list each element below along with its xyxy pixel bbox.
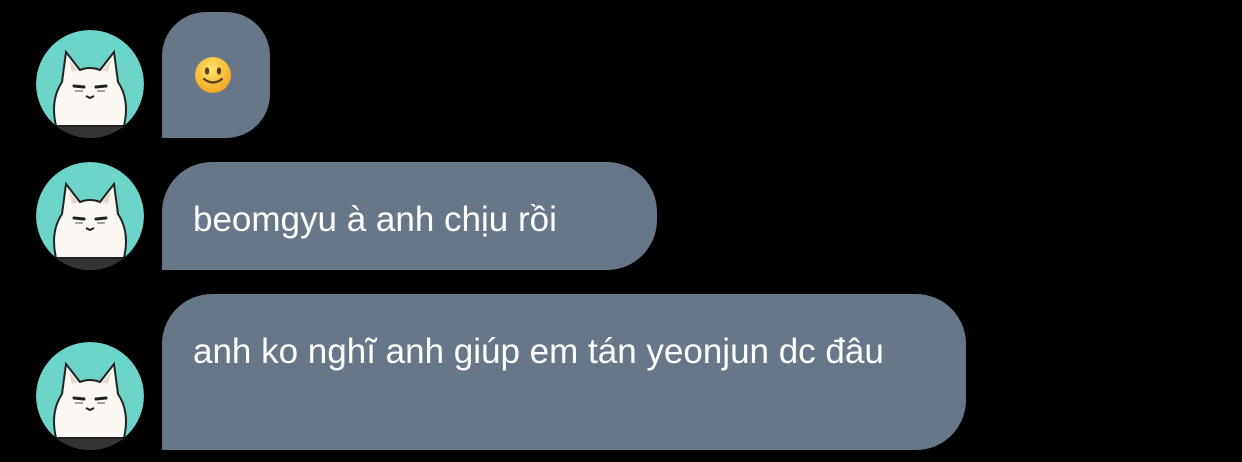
avatar[interactable] (36, 342, 144, 450)
slightly-smiling-face-icon (194, 56, 232, 94)
avatar[interactable] (36, 30, 144, 138)
avatar[interactable] (36, 162, 144, 270)
white-cat-avatar-icon (36, 342, 144, 450)
message-text: beomgyu à anh chịu rồi (193, 200, 557, 239)
message-bubble[interactable]: beomgyu à anh chịu rồi (162, 162, 657, 270)
white-cat-avatar-icon (36, 162, 144, 270)
message-bubble[interactable]: anh ko nghĩ anh giúp em tán yeonjun dc đ… (162, 294, 966, 450)
message-text: anh ko nghĩ anh giúp em tán yeonjun dc đ… (193, 332, 884, 371)
message-bubble[interactable] (162, 12, 270, 138)
white-cat-avatar-icon (36, 30, 144, 138)
